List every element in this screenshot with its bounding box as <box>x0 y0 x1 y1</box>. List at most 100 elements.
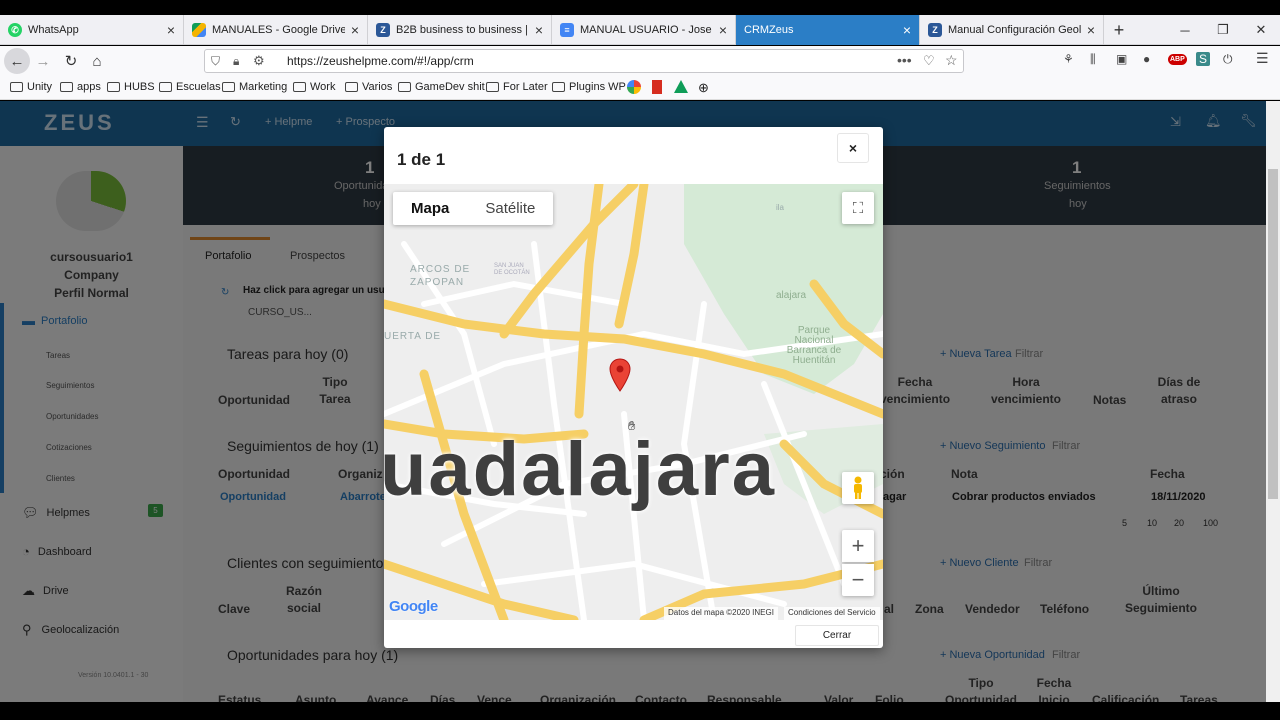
map-marker-icon[interactable] <box>609 358 631 392</box>
bookmark-folder[interactable]: Marketing <box>222 81 287 93</box>
close-icon[interactable]: × <box>351 22 359 38</box>
bookmark-folder[interactable]: For Later <box>486 81 548 93</box>
park-label-line: Huentitán <box>792 355 836 366</box>
account-icon[interactable]: ● <box>1143 52 1150 66</box>
map-canvas <box>384 184 883 620</box>
bookmark-folder[interactable]: Plugins WP <box>552 81 626 93</box>
tab-whatsapp[interactable]: ✆ WhatsApp × <box>0 15 184 45</box>
new-tab-plus-icon[interactable]: + <box>1106 17 1132 43</box>
scrollbar-thumb[interactable] <box>1268 169 1278 499</box>
bookmark-label: Unity <box>27 81 53 93</box>
google-icon[interactable] <box>627 80 641 94</box>
modal-footer: Cerrar <box>384 620 883 648</box>
folder-icon <box>222 82 235 92</box>
extension-icon[interactable]: ⚘ <box>1063 52 1074 66</box>
bookmark-folder[interactable]: Work <box>293 81 335 93</box>
map-area-label: SAN JUAN <box>494 263 524 269</box>
zeus-icon: Z <box>928 23 942 37</box>
map-area-label: UERTA DE <box>384 331 442 342</box>
permissions-icon[interactable]: ⚙ <box>253 53 265 69</box>
zeus-icon: Z <box>376 23 390 37</box>
back-arrow-icon[interactable]: ← <box>4 48 30 74</box>
google-drive-icon <box>192 23 206 37</box>
url-text: https://zeushelpme.com/#!/app/crm <box>287 54 474 68</box>
restore-icon[interactable]: ❐ <box>1204 15 1242 45</box>
scrollbar[interactable] <box>1266 101 1280 702</box>
google-map[interactable]: ARCOS DE ZAPOPAN SAN JUAN DE OCOTÁN UERT… <box>384 184 883 620</box>
tab-title: MANUAL USUARIO - Jose Luis <box>580 24 713 36</box>
bookmark-label: GameDev shit <box>415 81 485 93</box>
bookmark-red-icon[interactable] <box>652 80 662 94</box>
modal-title: 1 de 1 <box>397 150 446 169</box>
map-type-control[interactable]: Mapa Satélite <box>393 192 554 225</box>
modal-close-button[interactable]: × <box>837 133 869 163</box>
browser-tab-bar: ✆ WhatsApp × MANUALES - Google Drive × Z… <box>0 15 1280 45</box>
shield-icon[interactable]: ⛉ <box>211 54 220 69</box>
tab-title: MANUALES - Google Drive <box>212 24 345 36</box>
close-button[interactable]: Cerrar <box>795 625 879 646</box>
tab-crmzeus[interactable]: CRMZeus × <box>736 15 920 45</box>
pocket-icon[interactable]: ♡ <box>923 53 935 69</box>
tab-manual-configuracion[interactable]: Z Manual Configuración Geoloca × <box>920 15 1104 45</box>
bookmark-folder[interactable]: Varios <box>345 81 392 93</box>
page-actions-icon[interactable]: ••• <box>897 52 912 68</box>
google-logo-text: Google <box>389 598 438 615</box>
close-icon[interactable]: × <box>1087 22 1095 38</box>
folder-icon <box>345 82 358 92</box>
bookmark-label: For Later <box>503 81 548 93</box>
folder-icon <box>398 82 411 92</box>
minimize-icon[interactable]: ─ <box>1166 15 1204 45</box>
bookmark-folder[interactable]: GameDev shit <box>398 81 485 93</box>
bookmarks-bar: Unity apps HUBS Escuelas Marketing Work … <box>0 76 1280 100</box>
forward-arrow-icon[interactable]: → <box>30 48 56 74</box>
bookmark-label: Plugins WP <box>569 81 626 93</box>
bookmark-label: Work <box>310 81 336 93</box>
close-icon[interactable]: × <box>903 22 911 38</box>
park-label: Parque Nacional Barranca de Huentitán <box>774 326 854 366</box>
bookmark-folder[interactable]: apps <box>60 81 101 93</box>
map-type-mapa[interactable]: Mapa <box>393 192 467 225</box>
home-icon[interactable]: ⌂ <box>84 48 110 74</box>
zoom-out-icon[interactable]: − <box>842 564 874 596</box>
reload-icon[interactable]: ↻ <box>58 48 84 74</box>
zoom-in-icon[interactable]: + <box>842 530 874 562</box>
map-type-satelite[interactable]: Satélite <box>467 192 553 225</box>
globe-icon[interactable]: ⊕ <box>698 80 709 96</box>
bookmark-label: HUBS <box>124 81 155 93</box>
tab-title: WhatsApp <box>28 24 79 36</box>
terms-link[interactable]: Condiciones del Servicio <box>784 607 880 620</box>
google-logo[interactable]: Google <box>389 598 438 615</box>
adblock-icon[interactable]: ABP <box>1168 54 1187 65</box>
map-modal: 1 de 1 × ARCOS DE ZAPOPAN SAN JUAN DE OC… <box>384 127 883 648</box>
close-icon[interactable]: × <box>719 22 727 38</box>
bookmark-label: Escuelas <box>176 81 221 93</box>
folder-icon <box>293 82 306 92</box>
google-drive-icon[interactable] <box>674 80 688 93</box>
sidebar-icon[interactable]: ▣ <box>1116 52 1127 66</box>
folder-icon <box>107 82 120 92</box>
s-extension-icon[interactable]: S <box>1196 52 1211 66</box>
tab-manual-usuario[interactable]: ≡ MANUAL USUARIO - Jose Luis × <box>552 15 736 45</box>
street-view-pegman-icon[interactable] <box>842 472 874 504</box>
lock-icon[interactable]: 🔒︎ <box>233 54 239 69</box>
bookmark-folder[interactable]: HUBS <box>107 81 155 93</box>
map-area-label: alajara <box>776 290 807 301</box>
close-icon[interactable]: × <box>535 22 543 38</box>
whatsapp-icon: ✆ <box>8 23 22 37</box>
tab-title: Manual Configuración Geoloca <box>948 24 1081 36</box>
tab-google-drive[interactable]: MANUALES - Google Drive × <box>184 15 368 45</box>
bookmark-star-icon[interactable]: ☆ <box>945 52 958 69</box>
close-window-icon[interactable]: ✕ <box>1242 15 1280 45</box>
power-icon[interactable]: ⏻ <box>1223 52 1233 67</box>
menu-icon[interactable]: ☰ <box>1256 50 1269 67</box>
close-icon[interactable]: × <box>167 22 175 38</box>
library-icon[interactable]: ⫼ <box>1090 52 1096 67</box>
folder-icon <box>486 82 499 92</box>
fullscreen-icon[interactable]: ⛶ <box>842 192 874 224</box>
bookmark-folder[interactable]: Unity <box>10 81 52 93</box>
tab-b2b[interactable]: Z B2B business to business | Zeus × <box>368 15 552 45</box>
hand-cursor-icon: ✋︎ <box>628 418 636 433</box>
address-bar[interactable]: ⛉ 🔒︎ ⚙ https://zeushelpme.com/#!/app/crm… <box>204 49 964 73</box>
bookmark-folder[interactable]: Escuelas <box>159 81 221 93</box>
folder-icon <box>159 82 172 92</box>
